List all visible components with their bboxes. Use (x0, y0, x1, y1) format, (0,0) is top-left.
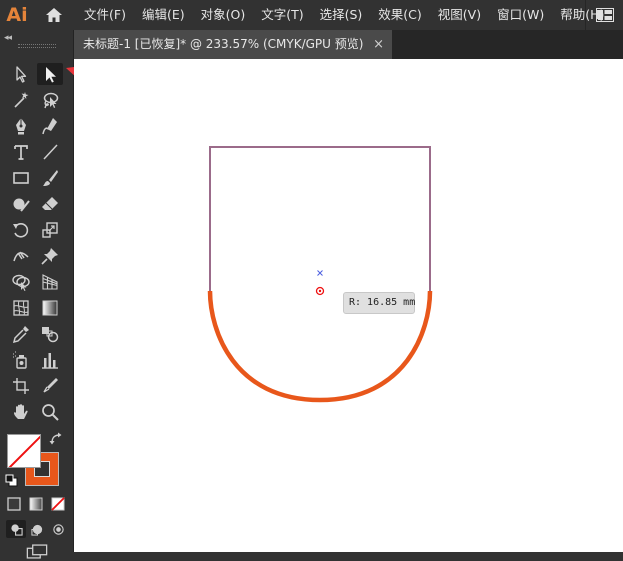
eyedropper-icon (12, 326, 29, 344)
pen-tool[interactable] (8, 115, 34, 137)
perspective-grid-tool[interactable] (37, 271, 63, 293)
shape-builder-icon (12, 274, 30, 291)
rectangle-tool[interactable] (8, 167, 34, 189)
curvature-pen-icon (42, 118, 57, 135)
magic-wand-tool[interactable] (8, 89, 34, 111)
paintbrush-icon (43, 170, 58, 186)
menu-view[interactable]: 视图(V) (430, 0, 489, 30)
color-mode-button[interactable] (4, 494, 24, 514)
pin-icon (41, 248, 58, 265)
symbol-sprayer-tool[interactable] (8, 349, 34, 371)
magnifier-icon (42, 404, 59, 421)
workspace-switcher-button[interactable] (585, 0, 623, 30)
zoom-tool[interactable] (37, 401, 63, 423)
eraser-icon (42, 197, 58, 210)
menu-select[interactable]: 选择(S) (312, 0, 371, 30)
fill-color-swatch[interactable] (7, 434, 41, 468)
collapse-panel-button[interactable]: ◂◂ (4, 32, 12, 43)
home-icon (46, 8, 62, 22)
perspective-grid-icon (42, 274, 58, 290)
type-tool[interactable] (8, 141, 34, 163)
radius-tooltip: R: 16.85 mm (343, 292, 415, 314)
default-fill-stroke-icon[interactable] (5, 474, 19, 488)
gradient-mode-button[interactable] (26, 494, 46, 514)
draw-behind-icon (30, 524, 42, 536)
lasso-tool[interactable] (37, 89, 63, 111)
curvature-tool[interactable] (37, 115, 63, 137)
lasso-icon (43, 92, 59, 109)
home-button[interactable] (34, 0, 74, 30)
draw-inside-icon (52, 523, 64, 535)
app-logo: Ai (6, 4, 28, 26)
selection-arrow-icon (16, 66, 27, 83)
hand-icon (14, 404, 28, 419)
gradient-icon (42, 300, 58, 316)
column-graph-tool[interactable] (37, 349, 63, 371)
hand-tool[interactable] (8, 401, 34, 423)
blend-tool[interactable] (37, 323, 63, 345)
menu-object[interactable]: 对象(O) (193, 0, 254, 30)
rotate-tool[interactable] (8, 219, 34, 241)
shape-outline-path (209, 146, 431, 291)
screen-mode-button[interactable] (23, 541, 51, 561)
type-t-icon (14, 145, 28, 160)
symbol-sprayer-icon (13, 351, 27, 369)
artboard-icon (13, 378, 29, 394)
paintbrush-tool[interactable] (37, 167, 63, 189)
center-point-marker (317, 270, 323, 276)
eyedropper-tool[interactable] (8, 323, 34, 345)
none-swatch-icon (51, 497, 65, 511)
line-segment-icon (43, 144, 58, 160)
tools-panel: ◂◂ (0, 30, 74, 559)
direct-selection-arrow-icon (46, 67, 56, 83)
menu-effect[interactable]: 效果(C) (370, 0, 429, 30)
gradient-tool[interactable] (37, 297, 63, 319)
workspace-grid-icon (595, 8, 614, 22)
shaper-icon (13, 198, 30, 212)
panel-grip[interactable] (18, 44, 56, 48)
none-mode-button[interactable] (48, 494, 68, 514)
slice-tool[interactable] (37, 375, 63, 397)
slice-knife-icon (43, 378, 58, 393)
eraser-tool[interactable] (37, 193, 63, 215)
menu-edit[interactable]: 编辑(E) (134, 0, 193, 30)
menu-file[interactable]: 文件(F) (76, 0, 134, 30)
bar-graph-icon (42, 353, 58, 369)
menu-type[interactable]: 文字(T) (253, 0, 311, 30)
line-segment-tool[interactable] (37, 141, 63, 163)
width-tool[interactable] (8, 245, 34, 267)
rotate-icon (13, 223, 29, 238)
screen-mode-icon (26, 543, 48, 559)
document-tab-title: 未标题-1 [已恢复]* @ 233.57% (CMYK/GPU 预览) (83, 37, 364, 51)
menu-bar: Ai 文件(F) 编辑(E) 对象(O) 文字(T) 选择(S) 效果(C) 视… (0, 0, 623, 30)
scale-tool[interactable] (37, 219, 63, 241)
gradient-swatch-icon (29, 497, 43, 511)
selection-tool[interactable] (8, 63, 34, 85)
puppet-warp-tool[interactable] (37, 245, 63, 267)
width-icon (13, 251, 29, 262)
mesh-icon (13, 300, 29, 316)
solid-color-icon (7, 497, 21, 511)
swap-fill-stroke-icon[interactable] (49, 432, 63, 446)
draw-normal-icon (10, 523, 23, 536)
draw-normal-button[interactable] (6, 520, 26, 538)
shape-builder-tool[interactable] (8, 271, 34, 293)
draw-behind-button[interactable] (27, 520, 47, 538)
close-tab-button[interactable]: × (373, 30, 384, 59)
shaper-tool[interactable] (8, 193, 34, 215)
menu-window[interactable]: 窗口(W) (489, 0, 552, 30)
draw-inside-button[interactable] (48, 520, 68, 538)
mesh-tool[interactable] (8, 297, 34, 319)
artboard-tool[interactable] (8, 375, 34, 397)
document-tab[interactable]: 未标题-1 [已恢复]* @ 233.57% (CMYK/GPU 预览) × (74, 30, 392, 59)
pen-nib-icon (16, 118, 26, 135)
document-tab-bar: 未标题-1 [已恢复]* @ 233.57% (CMYK/GPU 预览) × (74, 30, 623, 59)
magic-wand-icon (14, 92, 29, 108)
none-fill-icon (8, 435, 40, 467)
scale-icon (42, 222, 58, 238)
blend-icon (42, 327, 59, 343)
rectangle-icon (13, 172, 29, 184)
